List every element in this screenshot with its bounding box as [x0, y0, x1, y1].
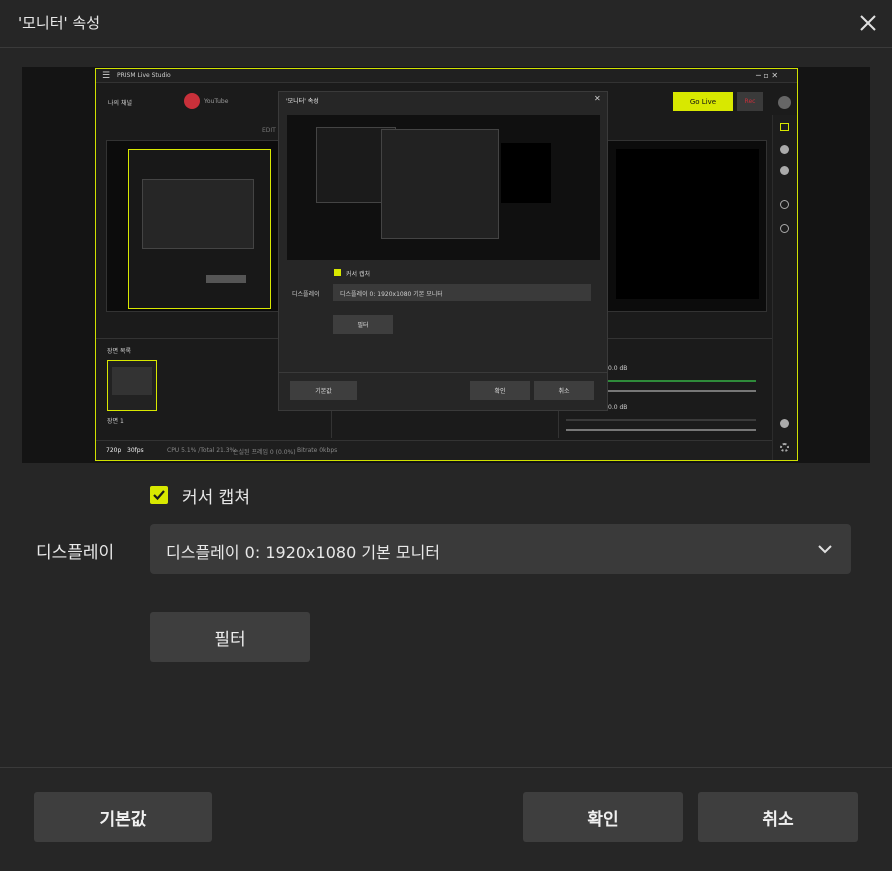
ok-button[interactable]: 확인: [523, 792, 683, 842]
sticker-icon: [780, 224, 789, 233]
emoji-icon: [780, 200, 789, 209]
alert-icon: [780, 166, 789, 175]
preview-channel-label: 나의 채널: [108, 100, 132, 107]
nested-display-value: 디스플레이 0: 1920x1080 기본 모니터: [340, 291, 443, 298]
preview-status-fps: 30fps: [127, 447, 144, 454]
preview-status-drop: 손실된 프레임 0 (0.0%): [233, 449, 296, 456]
preview-edit-label: EDIT: [262, 127, 276, 134]
close-icon: [860, 15, 876, 31]
nested-defaults: 기본값: [290, 381, 357, 400]
preview-screen-capture: ☰ PRISM Live Studio ─ ▫ ✕ 나의 채널 YouTube …: [95, 68, 798, 461]
settings-icon: [780, 443, 789, 452]
preview-app-name: PRISM Live Studio: [117, 72, 171, 79]
preview-audio-db-2: 0.0 dB: [608, 404, 628, 411]
display-select[interactable]: 디스플레이 0: 1920x1080 기본 모니터: [150, 524, 851, 574]
footer-divider: [0, 767, 892, 768]
window-controls-icon: ─ ▫ ✕: [756, 71, 779, 80]
preview-scene-list-label: 장면 목록: [107, 348, 131, 355]
preview-status-resolution: 720p: [106, 447, 122, 454]
hamburger-menu-icon: ☰: [102, 71, 111, 81]
nested-cursor-capture: 커서 캡처: [346, 271, 370, 278]
cursor-capture-label: 커서 캡쳐: [182, 487, 250, 508]
checkbox-checked-icon[interactable]: [150, 486, 168, 504]
nested-display-label: 디스플레이: [292, 291, 320, 298]
filter-button[interactable]: 필터: [150, 612, 310, 662]
nested-ok: 확인: [470, 381, 530, 400]
nested-close-icon: ✕: [594, 94, 601, 103]
nested-checkbox-icon: [334, 269, 341, 276]
title-bar: '모니터' 속성: [0, 0, 892, 48]
preview-platform-label: YouTube: [204, 98, 229, 105]
preview-go-live: Go Live: [673, 92, 733, 111]
preview-status-cpu: CPU 5.1% /Total 21.3%: [167, 447, 236, 454]
preview-audio-db-1: 0.0 dB: [608, 365, 628, 372]
display-select-value: 디스플레이 0: 1920x1080 기본 모니터: [166, 543, 441, 562]
profile-icon: [778, 96, 791, 109]
display-label: 디스플레이: [36, 543, 115, 563]
defaults-button[interactable]: 기본값: [34, 792, 212, 842]
preview-scene-name: 장면 1: [107, 418, 124, 425]
nested-filter: 필터: [333, 315, 393, 334]
nested-dialog-title: '모니터' 속성: [286, 98, 319, 105]
nested-cancel: 취소: [534, 381, 594, 400]
youtube-avatar-icon: [184, 93, 200, 109]
chat-panel-icon: [780, 123, 789, 131]
cursor-capture-checkbox[interactable]: 커서 캡쳐: [150, 484, 250, 508]
cancel-button[interactable]: 취소: [698, 792, 858, 842]
comment-icon: [780, 145, 789, 154]
close-button[interactable]: [854, 9, 882, 37]
chevron-down-icon: [818, 545, 832, 554]
preview-rec: Rec: [737, 92, 763, 111]
preview-status-bitrate: Bitrate 0kbps: [297, 447, 338, 454]
help-icon: [780, 419, 789, 428]
dialog-title: '모니터' 속성: [18, 14, 101, 32]
